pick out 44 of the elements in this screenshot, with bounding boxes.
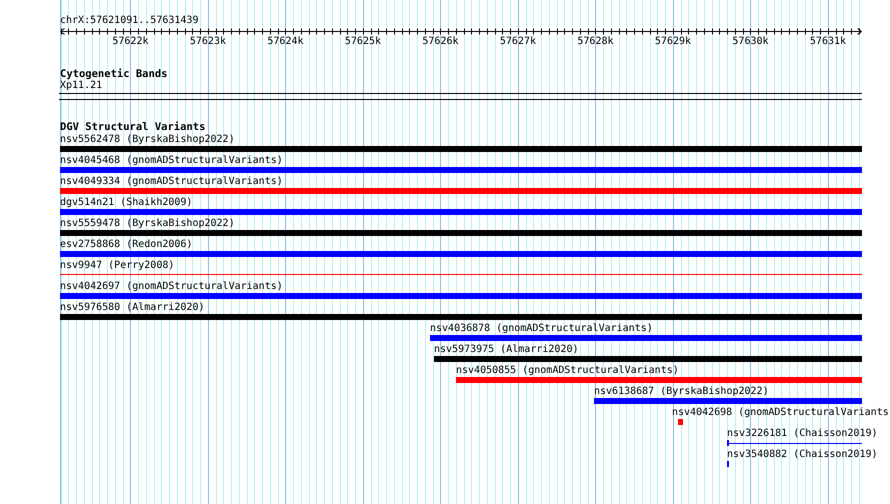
feature-label: nsv4050855 (gnomADStructuralVariants) xyxy=(456,365,679,377)
feature-label: nsv4042697 (gnomADStructuralVariants) xyxy=(60,281,283,293)
feature-label: nsv4045468 (gnomADStructuralVariants) xyxy=(60,155,283,167)
variant-bar[interactable] xyxy=(60,293,862,299)
variant-bar[interactable] xyxy=(60,230,862,236)
feature-label: nsv9947 (Perry2008) xyxy=(60,260,174,272)
variant-bar[interactable] xyxy=(60,167,862,173)
ruler-label: 57627k xyxy=(500,36,536,47)
variant-bar[interactable] xyxy=(434,356,862,362)
feature-label: nsv4042698 (gnomADStructuralVariants xyxy=(672,407,889,419)
track-title: DGV Structural Variants xyxy=(60,121,206,133)
track-title: Cytogenetic Bands xyxy=(60,68,168,80)
variant-bar[interactable] xyxy=(60,188,862,194)
feature-label: nsv6138687 (ByrskaBishop2022) xyxy=(594,386,769,398)
variant-bar[interactable] xyxy=(60,146,862,152)
feature-label: nsv5973975 (Almarri2020) xyxy=(434,344,578,356)
feature-label: nsv4049334 (gnomADStructuralVariants) xyxy=(60,176,283,188)
ruler-label: 57631k xyxy=(810,36,846,47)
ruler-label: 57622k xyxy=(112,36,149,47)
variant-bar[interactable] xyxy=(678,419,683,425)
variant-bar[interactable] xyxy=(456,377,862,383)
band-label: Xp11.21 xyxy=(60,80,102,91)
variant-bar[interactable] xyxy=(60,251,862,257)
feature-label: nsv3540882 (Chaisson2019) xyxy=(727,449,878,461)
feature-label: esv2758868 (Redon2006) xyxy=(60,239,192,251)
variant-line[interactable] xyxy=(60,274,862,275)
variant-bar[interactable] xyxy=(60,314,862,320)
ruler-label: 57626k xyxy=(422,36,459,47)
locus-title: chrX:57621091..57631439 xyxy=(60,15,198,26)
ruler-label: 57629k xyxy=(654,36,692,47)
ruler-label: 57625k xyxy=(344,36,382,47)
feature-label: nsv3226181 (Chaisson2019) xyxy=(727,428,878,440)
feature-label: dgv514n21 (Shaikh2009) xyxy=(60,197,192,209)
feature-label: nsv5559478 (ByrskaBishop2022) xyxy=(60,218,235,230)
variant-bar[interactable] xyxy=(430,335,862,341)
ruler-label: 57628k xyxy=(577,36,614,47)
variant-bar[interactable] xyxy=(60,209,862,215)
feature-label: nsv5976580 (Almarri2020) xyxy=(60,302,204,314)
feature-label: nsv4036878 (gnomADStructuralVariants) xyxy=(430,323,653,335)
ruler-label: 57623k xyxy=(190,36,226,47)
variant-bar[interactable] xyxy=(594,398,862,404)
feature-label: nsv5562478 (ByrskaBishop2022) xyxy=(60,134,235,146)
ruler-label: 57630k xyxy=(732,36,769,47)
ruler-label: 57624k xyxy=(267,36,304,47)
